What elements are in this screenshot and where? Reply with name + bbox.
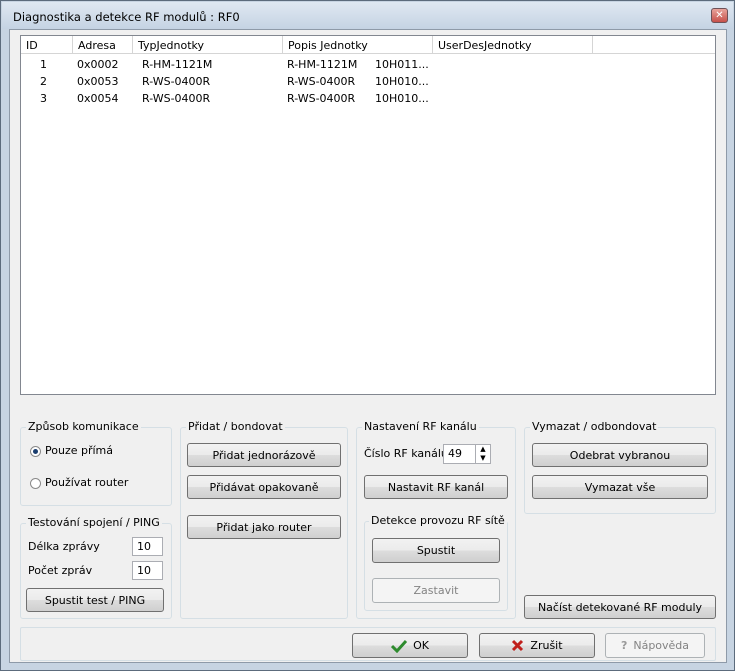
- title-bar[interactable]: Diagnostika a detekce RF modulů : RF0 ✕: [2, 2, 733, 29]
- radio-direct-label[interactable]: Pouze přímá: [45, 444, 113, 457]
- radio-router[interactable]: [30, 478, 41, 489]
- radio-direct[interactable]: [30, 446, 41, 457]
- radio-router-label[interactable]: Používat router: [45, 476, 128, 489]
- column-header-typ[interactable]: TypJednotky: [133, 36, 283, 54]
- column-header-id[interactable]: ID: [21, 36, 73, 54]
- cancel-button[interactable]: Zrušit: [479, 633, 595, 658]
- close-icon: ✕: [715, 10, 724, 21]
- remove-selected-button[interactable]: Odebrat vybranou: [532, 443, 708, 467]
- column-header-userdes[interactable]: UserDesJednotky: [433, 36, 593, 54]
- remove-group-title: Vymazat / odbondovat: [530, 420, 659, 433]
- cancel-label: Zrušit: [530, 639, 563, 652]
- add-repeat-button[interactable]: Přidávat opakovaně: [187, 475, 341, 499]
- cell-adresa: 0x0002: [77, 58, 119, 71]
- detect-group-title: Detekce provozu RF sítě: [369, 514, 507, 527]
- cell-id: 2: [40, 75, 47, 88]
- add-once-button[interactable]: Přidat jednorázově: [187, 443, 341, 467]
- detect-stop-button[interactable]: Zastavit: [372, 578, 500, 603]
- table-row[interactable]: 3 0x0054 R-WS-0400R R-WS-0400R 10H010...: [21, 90, 715, 107]
- message-count-input[interactable]: 10: [132, 561, 163, 580]
- comm-group-title: Způsob komunikace: [26, 420, 141, 433]
- column-header-filler: [593, 36, 715, 54]
- rf-channel-spinbox[interactable]: 49 ▲ ▼: [443, 444, 491, 464]
- cell-adresa: 0x0053: [77, 75, 119, 88]
- rf-channel-value: 49: [448, 447, 462, 460]
- add-as-router-button[interactable]: Přidat jako router: [187, 515, 341, 539]
- cell-popis: R-WS-0400R: [287, 75, 356, 88]
- ok-label: OK: [413, 639, 429, 652]
- window-title: Diagnostika a detekce RF modulů : RF0: [13, 10, 240, 24]
- detect-start-button[interactable]: Spustit: [372, 538, 500, 563]
- checkmark-icon: [391, 639, 408, 653]
- message-length-input[interactable]: 10: [132, 537, 163, 556]
- set-rf-channel-button[interactable]: Nastavit RF kanál: [364, 475, 508, 499]
- help-icon: ?: [620, 639, 628, 652]
- cell-adresa: 0x0054: [77, 92, 119, 105]
- cell-extra: 10H010...: [375, 92, 429, 105]
- remove-group: [524, 427, 716, 514]
- table-row[interactable]: 2 0x0053 R-WS-0400R R-WS-0400R 10H010...: [21, 73, 715, 90]
- message-count-label: Počet zpráv: [28, 564, 93, 577]
- cell-extra: 10H011...: [375, 58, 429, 71]
- column-header-adresa[interactable]: Adresa: [73, 36, 133, 54]
- table-row[interactable]: 1 0x0002 R-HM-1121M R-HM-1121M 10H011...: [21, 56, 715, 73]
- spin-up-icon[interactable]: ▲: [475, 445, 490, 454]
- cell-typ: R-WS-0400R: [142, 92, 211, 105]
- cell-typ: R-WS-0400R: [142, 75, 211, 88]
- comm-group: [20, 427, 172, 506]
- ping-test-button[interactable]: Spustit test / PING: [26, 588, 164, 612]
- load-detected-modules-button[interactable]: Načíst detekované RF moduly: [524, 595, 716, 619]
- ping-group-title: Testování spojení / PING: [26, 516, 162, 529]
- column-header-popis[interactable]: Popis Jednotky: [283, 36, 433, 54]
- rf-channel-label: Číslo RF kanálu: [364, 447, 448, 460]
- cell-extra: 10H010...: [375, 75, 429, 88]
- cell-typ: R-HM-1121M: [142, 58, 213, 71]
- cell-popis: R-HM-1121M: [287, 58, 358, 71]
- pair-group-title: Přidat / bondovat: [186, 420, 285, 433]
- close-button[interactable]: ✕: [711, 8, 728, 23]
- message-length-label: Délka zprávy: [28, 540, 100, 553]
- ok-button[interactable]: OK: [352, 633, 468, 658]
- spin-down-icon[interactable]: ▼: [475, 454, 490, 463]
- cell-id: 1: [40, 58, 47, 71]
- rf-channel-group-title: Nastavení RF kanálu: [362, 420, 479, 433]
- remove-all-button[interactable]: Vymazat vše: [532, 475, 708, 499]
- help-button[interactable]: ? Nápověda: [605, 633, 705, 658]
- modules-list[interactable]: ID Adresa TypJednotky Popis Jednotky Use…: [20, 35, 716, 395]
- help-label: Nápověda: [633, 639, 690, 652]
- cell-id: 3: [40, 92, 47, 105]
- cell-popis: R-WS-0400R: [287, 92, 356, 105]
- cross-icon: [512, 639, 524, 652]
